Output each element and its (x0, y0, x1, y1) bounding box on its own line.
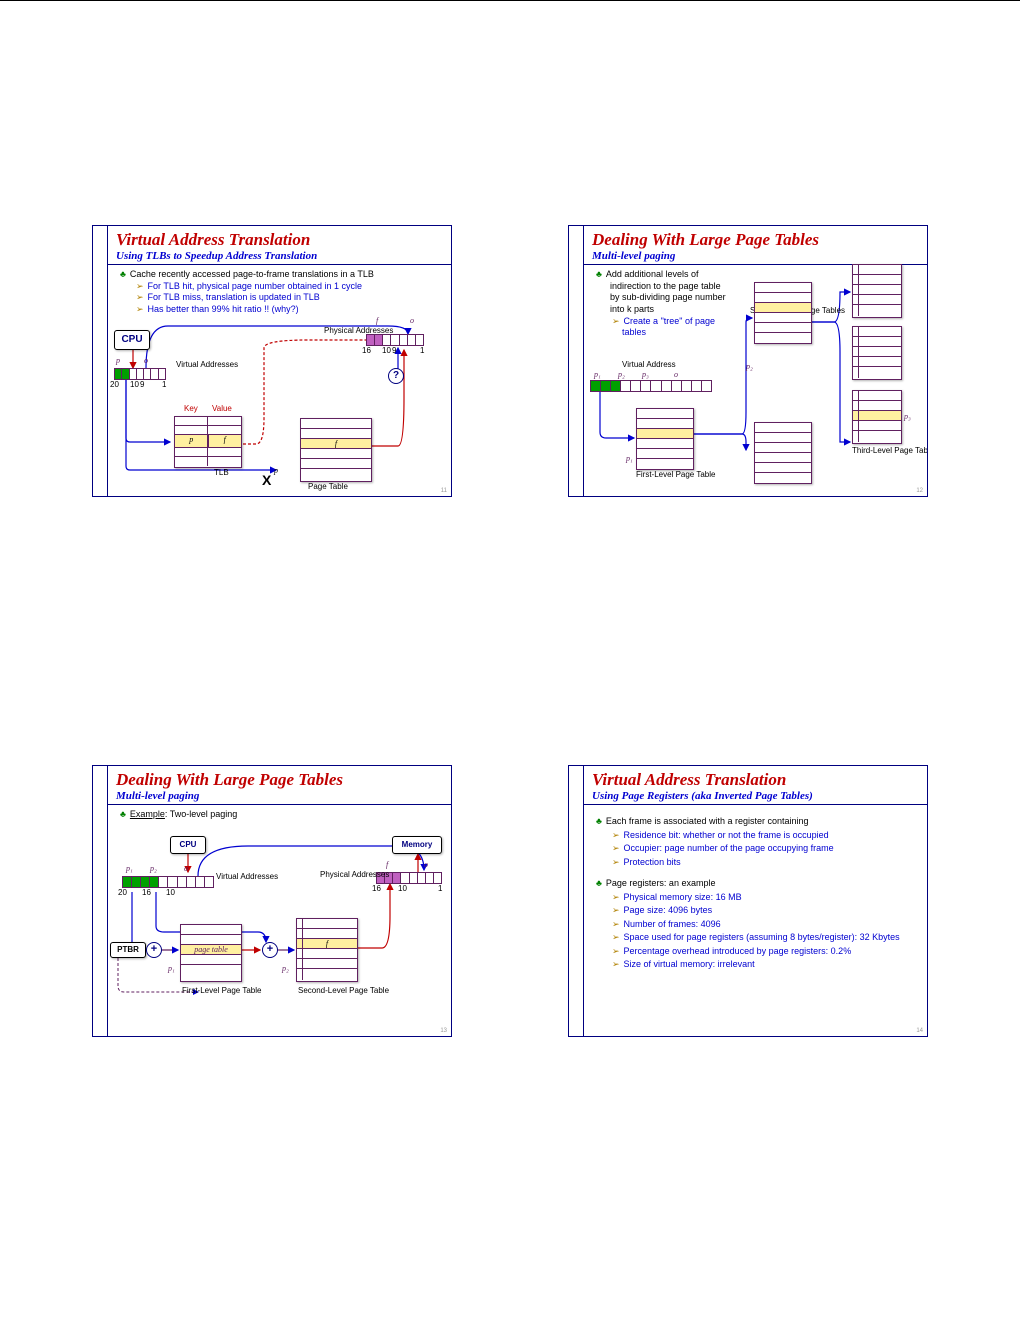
page-number: 14 (916, 1028, 923, 1034)
sub-bullet: Space used for page registers (assuming … (624, 932, 900, 942)
x-mark: X (262, 472, 271, 488)
sub-bullet: Has better than 99% hit ratio !! (why?) (148, 304, 299, 314)
sub-bullet: Number of frames: 4096 (624, 919, 721, 929)
pt-entry-f: f (301, 439, 371, 449)
cpu-box: CPU (114, 330, 150, 350)
label-physical-addresses: Physical Addresses (324, 326, 368, 335)
label-tlb: TLB (214, 468, 229, 477)
slide-inverted: Virtual Address Translation Using Page R… (568, 765, 928, 1037)
pt-entry-f: f (297, 939, 357, 949)
tick: 20 (110, 380, 119, 389)
label-virtual-addresses: Virtual Addresses (176, 360, 226, 369)
tlb-key-p: p (175, 435, 209, 447)
label-virtual-address: Virtual Address (622, 360, 676, 369)
plus-icon: + (146, 942, 162, 958)
sub-bullet: Physical memory size: 16 MB (624, 892, 742, 902)
slide-title: Virtual Address Translation (108, 226, 451, 250)
tick: 20 (118, 888, 127, 897)
label-second-level: Second-Level Page Table (298, 986, 362, 995)
tick: 16 (372, 884, 381, 893)
label-p2: p₂ (746, 362, 753, 371)
slide-content: ♣Cache recently accessed page-to-frame t… (108, 265, 451, 320)
label-third-level: Third-Level Page Tables (852, 446, 912, 455)
label-p3: p₃ (904, 412, 911, 421)
tick: 16 (362, 346, 371, 355)
slide-title: Virtual Address Translation (584, 766, 927, 790)
page-number: 12 (916, 488, 923, 494)
sub-bullet: For TLB miss, translation is updated in … (148, 292, 320, 302)
slide-content: ♣Example: Two-level paging (108, 805, 451, 825)
label-first-level: First-Level Page Table (636, 470, 696, 479)
bullet-main: Cache recently accessed page-to-frame tr… (130, 269, 374, 279)
label-first-level: First-Level Page Table (182, 986, 242, 995)
sub-bullet: For TLB hit, physical page number obtain… (148, 281, 362, 291)
label-p2b: p₂ (618, 370, 625, 379)
example-text: : Two-level paging (165, 809, 237, 819)
tick: 1 (420, 346, 424, 355)
label-p: p (116, 356, 120, 365)
label-value: Value (212, 404, 232, 413)
slide-tlb: Virtual Address Translation Using TLBs t… (92, 225, 452, 497)
label-o: o (674, 370, 678, 379)
tick: 10 (166, 888, 175, 897)
page-number: 13 (440, 1028, 447, 1034)
slide-multilevel: Dealing With Large Page Tables Multi-lev… (568, 225, 928, 497)
tick: 10 (382, 346, 391, 355)
label-key: Key (184, 404, 198, 413)
sub-bullet: Residence bit: whether or not the frame … (624, 830, 829, 840)
slide-two-level-example: Dealing With Large Page Tables Multi-lev… (92, 765, 452, 1037)
label-f: f (376, 316, 378, 325)
label-virtual-addresses: Virtual Addresses (216, 872, 266, 881)
label-p2: p (274, 466, 278, 475)
sub-bullet: Page size: 4096 bytes (624, 905, 713, 915)
slide-title: Dealing With Large Page Tables (584, 226, 927, 250)
tick: 1 (162, 380, 166, 389)
slide-subtitle: Using Page Registers (aka Inverted Page … (584, 790, 927, 805)
sub-bullet: Size of virtual memory: irrelevant (624, 959, 755, 969)
label-p3b: p₃ (642, 370, 649, 379)
tick: 9 (392, 346, 396, 355)
pt-entry: page table (181, 945, 241, 955)
sub-bullet: Percentage overhead introduced by page r… (624, 946, 852, 956)
cpu-box: CPU (170, 836, 206, 854)
tick: 9 (140, 380, 144, 389)
label-o: o (424, 860, 428, 869)
label-f: f (386, 860, 388, 869)
bullet: Each frame is associated with a register… (606, 816, 809, 826)
slide-content: ♣Each frame is associated with a registe… (584, 805, 927, 976)
tick: 1 (438, 884, 442, 893)
tick: 10 (130, 380, 139, 389)
sub-bullet: Occupier: page number of the page occupy… (624, 843, 834, 853)
slide-subtitle: Multi-level paging (108, 790, 451, 805)
example-label: Example (130, 809, 165, 819)
label-p1: p₁ (126, 864, 133, 873)
label-o: o (144, 356, 148, 365)
label-page-table: Page Table (308, 482, 348, 491)
label-p1b: p₁ (626, 454, 633, 463)
label-o: o (410, 316, 414, 325)
plus-icon: + (262, 942, 278, 958)
tlb-val-f: f (209, 435, 242, 447)
ptbr-box: PTBR (110, 942, 146, 958)
question-icon: ? (388, 368, 404, 384)
slide-title: Dealing With Large Page Tables (108, 766, 451, 790)
sub-bullet: Protection bits (624, 857, 681, 867)
bullet: Page registers: an example (606, 878, 716, 888)
slide-subtitle: Using TLBs to Speedup Address Translatio… (108, 250, 451, 265)
tick: 10 (398, 884, 407, 893)
label-p1: p₁ (594, 370, 601, 379)
label-physical-addresses: Physical Addresses (320, 870, 370, 879)
label-p2: p₂ (150, 864, 157, 873)
label-p1b: p₁ (168, 964, 175, 973)
label-o: o (184, 864, 188, 873)
tick: 16 (142, 888, 151, 897)
label-p2b: p₂ (282, 964, 289, 973)
memory-box: Memory (392, 836, 442, 854)
page-number: 11 (441, 488, 447, 494)
